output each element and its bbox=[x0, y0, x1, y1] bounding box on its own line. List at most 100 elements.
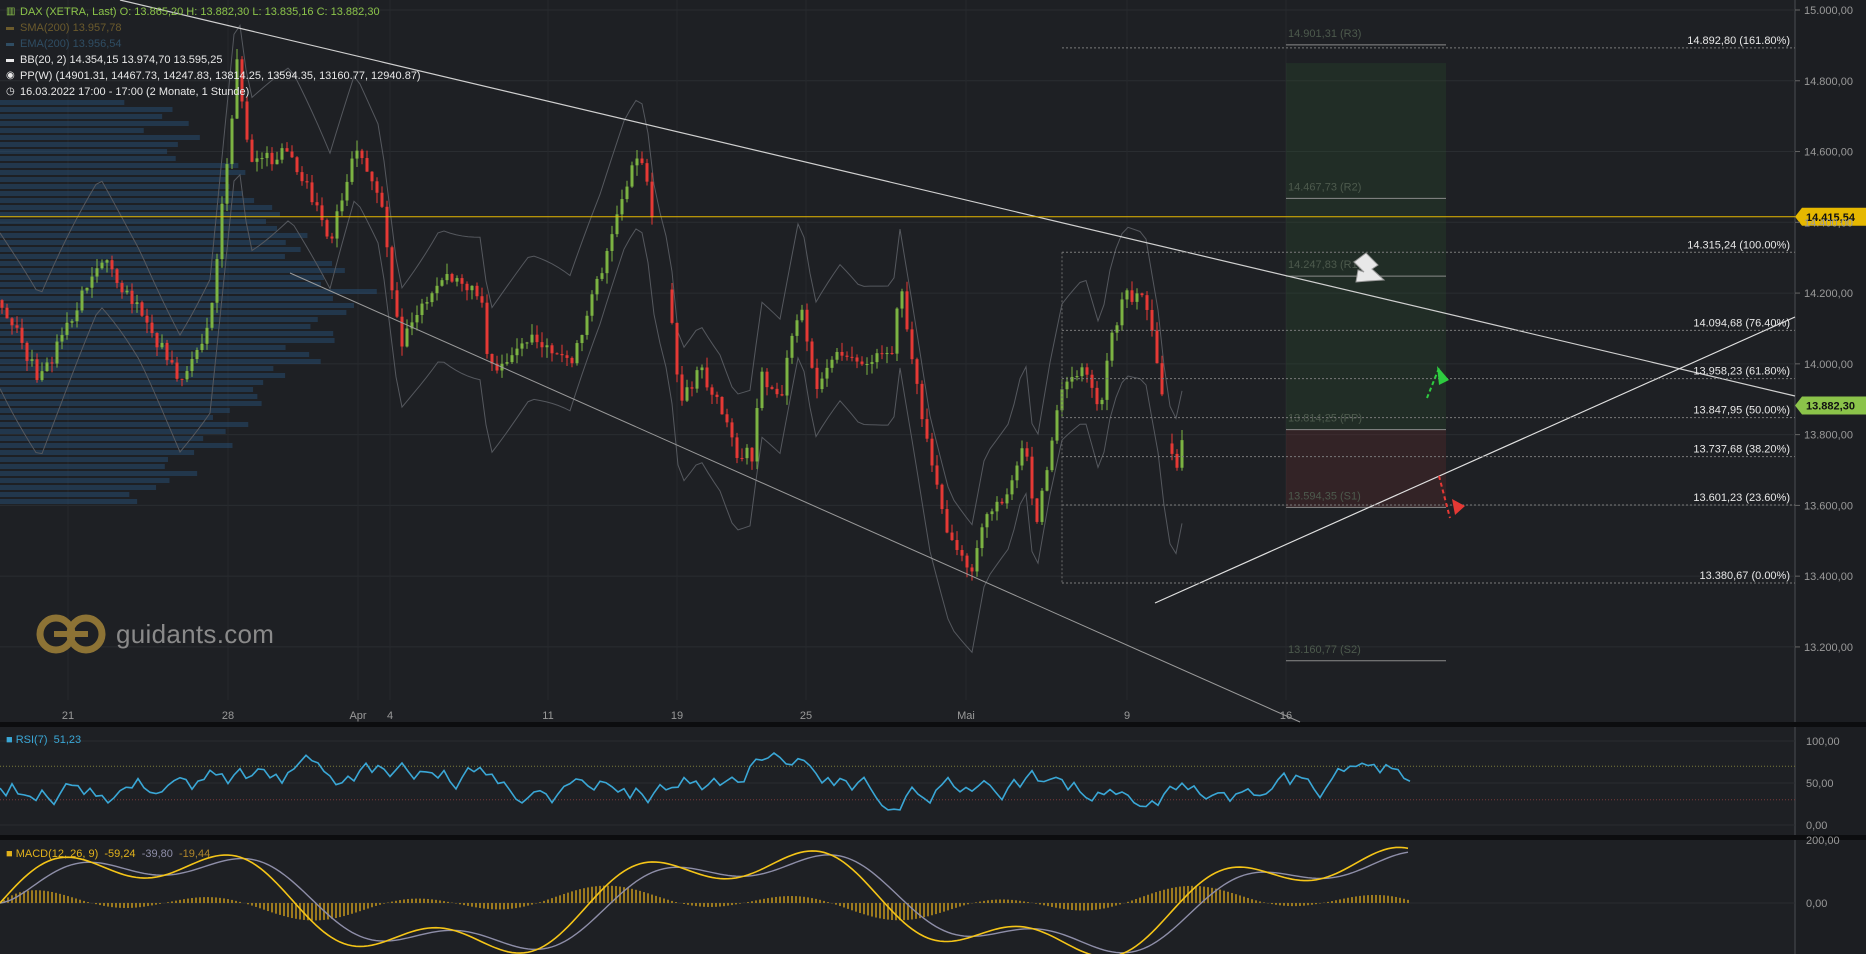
macd-panel: 200,00 0,00 bbox=[0, 835, 1840, 954]
candle bbox=[1145, 295, 1149, 310]
candle bbox=[845, 355, 849, 357]
candle bbox=[1020, 448, 1024, 466]
legend-bb[interactable]: BB(20, 2) 14.354,15 13.974,70 13.595,25 bbox=[6, 52, 421, 68]
x-tick-label: Apr bbox=[349, 710, 366, 722]
volume-bar bbox=[0, 331, 334, 336]
candle bbox=[130, 290, 134, 305]
bb-lower bbox=[0, 173, 1183, 654]
candle bbox=[225, 164, 229, 204]
macd-label[interactable]: ■ MACD(12, 26, 9) -59,24 -39,80 -19,44 bbox=[6, 848, 210, 860]
candle bbox=[465, 283, 469, 291]
volume-bar bbox=[0, 317, 318, 322]
pivot-label: 13.594,35 (S1) bbox=[1288, 490, 1361, 502]
y-tick-label: 13.800,00 bbox=[1804, 430, 1853, 442]
candle bbox=[890, 353, 894, 355]
macd-tick-label: 200,00 bbox=[1806, 835, 1840, 847]
bear-arrowhead bbox=[1452, 499, 1465, 515]
y-tick-label: 13.200,00 bbox=[1804, 642, 1853, 654]
candle bbox=[155, 333, 159, 348]
candle bbox=[260, 158, 264, 160]
volume-bar bbox=[0, 261, 333, 266]
candle bbox=[945, 509, 949, 533]
candle bbox=[505, 362, 509, 364]
candle bbox=[640, 158, 644, 164]
rsi-label[interactable]: ■ RSI(7) 51,23 bbox=[6, 734, 81, 746]
candle bbox=[735, 437, 739, 458]
volume-bar bbox=[0, 352, 310, 357]
candle bbox=[195, 349, 199, 359]
candle bbox=[0, 300, 4, 308]
rsi-tick-label: 50,00 bbox=[1806, 778, 1834, 790]
candle bbox=[170, 360, 174, 363]
candle bbox=[185, 371, 189, 380]
candle bbox=[1105, 360, 1109, 400]
candle bbox=[695, 370, 699, 389]
candle bbox=[160, 342, 164, 348]
volume-bar bbox=[0, 387, 254, 392]
candle bbox=[35, 359, 39, 380]
pivot-label: 13.160,77 (S2) bbox=[1288, 644, 1361, 656]
legend-time[interactable]: ◷ 16.03.2022 17:00 - 17:00 (2 Monate, 1 S… bbox=[6, 84, 421, 100]
candle bbox=[540, 342, 544, 348]
candle bbox=[345, 181, 349, 201]
candle bbox=[1155, 330, 1159, 364]
candle bbox=[630, 165, 634, 187]
volume-bar bbox=[0, 415, 213, 420]
candle bbox=[1010, 480, 1014, 495]
candle bbox=[525, 342, 529, 344]
candle bbox=[430, 293, 434, 303]
volume-bar bbox=[0, 422, 249, 427]
candle bbox=[295, 157, 299, 173]
legend-sma[interactable]: SMA(200) 13.957,78 bbox=[6, 20, 421, 36]
candle bbox=[535, 334, 539, 343]
time-axis: 21 28 Apr 4 11 19 25 Mai 9 16 bbox=[62, 710, 1292, 722]
candle bbox=[200, 343, 204, 350]
candle bbox=[810, 341, 814, 368]
legend-pp[interactable]: ◉ PP(W) (14901.31, 14467.73, 14247.83, 13… bbox=[6, 68, 421, 84]
candle bbox=[1095, 387, 1099, 405]
candle bbox=[920, 383, 924, 420]
volume-bar bbox=[0, 471, 198, 476]
trendline-lower bbox=[289, 272, 1301, 723]
volume-bar bbox=[0, 401, 262, 406]
y-tick-label: 13.600,00 bbox=[1804, 500, 1853, 512]
target-icon: ◉ bbox=[6, 70, 15, 81]
trendline-support bbox=[1154, 316, 1796, 604]
candle bbox=[1115, 325, 1119, 333]
candle bbox=[915, 359, 919, 384]
y-tick-label: 14.800,00 bbox=[1804, 76, 1853, 88]
pivot-label: 14.247,83 (R1) bbox=[1288, 259, 1361, 271]
candle bbox=[720, 396, 724, 415]
candle bbox=[135, 302, 139, 305]
candle bbox=[520, 343, 524, 349]
candle bbox=[1090, 374, 1094, 388]
candle bbox=[105, 260, 109, 263]
candle bbox=[65, 322, 69, 335]
candle bbox=[950, 532, 954, 541]
volume-bar bbox=[0, 478, 170, 483]
candle bbox=[960, 550, 964, 556]
candle bbox=[280, 148, 284, 160]
candle bbox=[440, 280, 444, 286]
y-tick-label: 14.400,00 bbox=[1804, 217, 1853, 229]
candle bbox=[725, 414, 729, 423]
volume-bar bbox=[0, 450, 195, 455]
x-tick-label: 4 bbox=[387, 710, 393, 722]
candle bbox=[550, 345, 554, 354]
candle bbox=[380, 192, 384, 207]
candle bbox=[670, 289, 674, 323]
volume-bar bbox=[0, 114, 163, 119]
candle bbox=[75, 310, 79, 322]
candle bbox=[900, 291, 904, 309]
legend-ema-text: EMA(200) 13.956,54 bbox=[20, 38, 122, 50]
candle bbox=[1045, 470, 1049, 491]
candle bbox=[445, 274, 449, 281]
volume-bar bbox=[0, 107, 173, 112]
volume-bar bbox=[0, 149, 168, 154]
candle bbox=[415, 315, 419, 323]
candle bbox=[705, 367, 709, 388]
legend-ema[interactable]: EMA(200) 13.956,54 bbox=[6, 36, 421, 52]
candle bbox=[20, 327, 24, 343]
volume-bar bbox=[0, 212, 280, 217]
legend-dax[interactable]: ▥ DAX (XETRA, Last) O: 13.865,20 H: 13.88… bbox=[6, 4, 421, 20]
